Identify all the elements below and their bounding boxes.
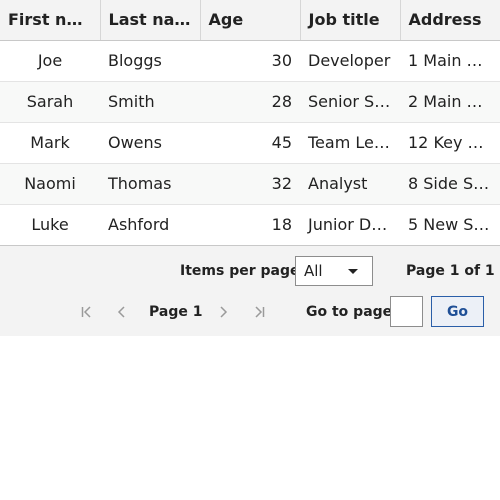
table-row[interactable]: Sarah Smith 28 Senior Software Engineer … bbox=[0, 81, 500, 123]
header-row: First name Last name Age Job title Addre… bbox=[0, 0, 500, 41]
cell-last-name: Bloggs bbox=[100, 40, 200, 82]
last-page-button[interactable] bbox=[247, 302, 271, 322]
go-to-page-label: Go to page bbox=[306, 304, 393, 320]
cell-job-title: Team Lead bbox=[300, 122, 400, 164]
cell-age: 32 bbox=[200, 163, 300, 205]
cell-address: 1 Main Street bbox=[400, 40, 500, 82]
items-per-page-select[interactable]: All bbox=[295, 256, 373, 286]
chevron-down-icon bbox=[348, 269, 358, 274]
items-per-page-label: Items per page bbox=[180, 263, 300, 279]
cell-address: 2 Main Street bbox=[400, 81, 500, 123]
column-header-last-name[interactable]: Last name bbox=[100, 0, 201, 41]
first-page-icon bbox=[79, 304, 95, 320]
page-count-label: Page 1 of 1 bbox=[406, 263, 495, 279]
cell-job-title: Senior Software Engineer bbox=[300, 81, 400, 123]
column-header-age[interactable]: Age bbox=[200, 0, 301, 41]
next-page-icon bbox=[215, 304, 231, 320]
go-to-page-input[interactable] bbox=[390, 296, 423, 327]
pagination-bar: Items per page All Page 1 of 1 Page 1 Go… bbox=[0, 246, 500, 336]
table-row[interactable]: Joe Bloggs 30 Developer 1 Main Street bbox=[0, 40, 500, 82]
cell-address: 8 Side Street bbox=[400, 163, 500, 205]
cell-first-name: Joe bbox=[0, 40, 100, 82]
cell-last-name: Ashford bbox=[100, 204, 200, 246]
previous-page-icon bbox=[114, 304, 130, 320]
current-page-label: Page 1 bbox=[149, 304, 203, 320]
previous-page-button[interactable] bbox=[110, 302, 134, 322]
items-per-page-value: All bbox=[304, 262, 323, 280]
next-page-button[interactable] bbox=[211, 302, 235, 322]
cell-age: 30 bbox=[200, 40, 300, 82]
cell-age: 28 bbox=[200, 81, 300, 123]
cell-first-name: Mark bbox=[0, 122, 100, 164]
data-table: First name Last name Age Job title Addre… bbox=[0, 0, 500, 246]
column-header-address[interactable]: Address bbox=[400, 0, 500, 41]
table-row[interactable]: Luke Ashford 18 Junior Developer 5 New S… bbox=[0, 204, 500, 246]
cell-age: 18 bbox=[200, 204, 300, 246]
cell-last-name: Owens bbox=[100, 122, 200, 164]
cell-first-name: Luke bbox=[0, 204, 100, 246]
table-row[interactable]: Naomi Thomas 32 Analyst 8 Side Street bbox=[0, 163, 500, 205]
cell-job-title: Developer bbox=[300, 40, 400, 82]
column-header-job-title[interactable]: Job title bbox=[300, 0, 401, 41]
cell-last-name: Smith bbox=[100, 81, 200, 123]
cell-address: 12 Key Street bbox=[400, 122, 500, 164]
last-page-icon bbox=[251, 304, 267, 320]
cell-age: 45 bbox=[200, 122, 300, 164]
cell-job-title: Junior Developer bbox=[300, 204, 400, 246]
cell-job-title: Analyst bbox=[300, 163, 400, 205]
first-page-button[interactable] bbox=[75, 302, 99, 322]
cell-address: 5 New Street bbox=[400, 204, 500, 246]
cell-first-name: Naomi bbox=[0, 163, 100, 205]
go-button[interactable]: Go bbox=[431, 296, 484, 327]
table-row[interactable]: Mark Owens 45 Team Lead 12 Key Street bbox=[0, 122, 500, 164]
cell-first-name: Sarah bbox=[0, 81, 100, 123]
column-header-first-name[interactable]: First name bbox=[0, 0, 101, 41]
cell-last-name: Thomas bbox=[100, 163, 200, 205]
